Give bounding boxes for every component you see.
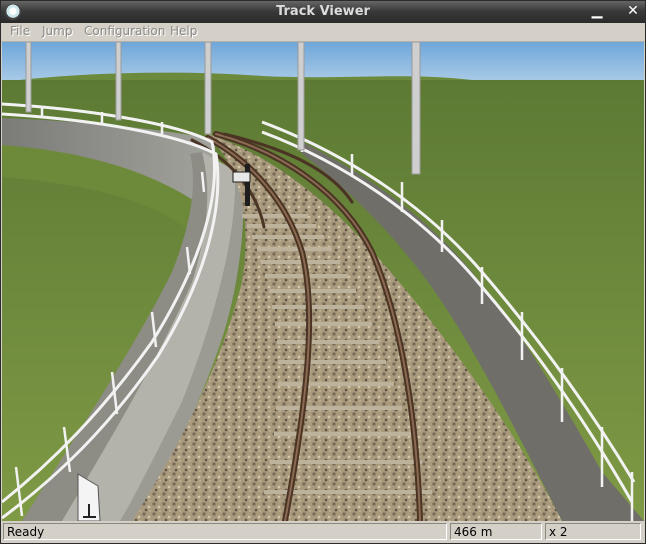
menu-configuration[interactable]: Configuration: [84, 24, 165, 38]
menu-file[interactable]: File: [10, 24, 30, 38]
close-button[interactable]: ✕: [624, 3, 642, 20]
status-bar: Ready 466 m x 2: [1, 521, 645, 543]
close-icon: ✕: [627, 3, 639, 19]
status-distance: 466 m: [450, 523, 542, 540]
title-bar[interactable]: Track Viewer ▁ ✕: [1, 1, 645, 23]
track-scene-graphic: [2, 42, 644, 521]
minimize-icon: ▁: [591, 3, 603, 19]
track-viewer-window: Track Viewer ▁ ✕ File Jump Configuration…: [0, 0, 646, 544]
menu-jump[interactable]: Jump: [42, 24, 72, 38]
status-speed: x 2: [545, 523, 641, 540]
3d-track-view[interactable]: [2, 42, 644, 521]
status-message: Ready: [3, 523, 447, 540]
menu-help[interactable]: Help: [170, 24, 197, 38]
menu-bar: File Jump Configuration Help: [1, 23, 645, 42]
minimize-button[interactable]: ▁: [588, 3, 606, 20]
window-title: Track Viewer: [276, 4, 370, 19]
